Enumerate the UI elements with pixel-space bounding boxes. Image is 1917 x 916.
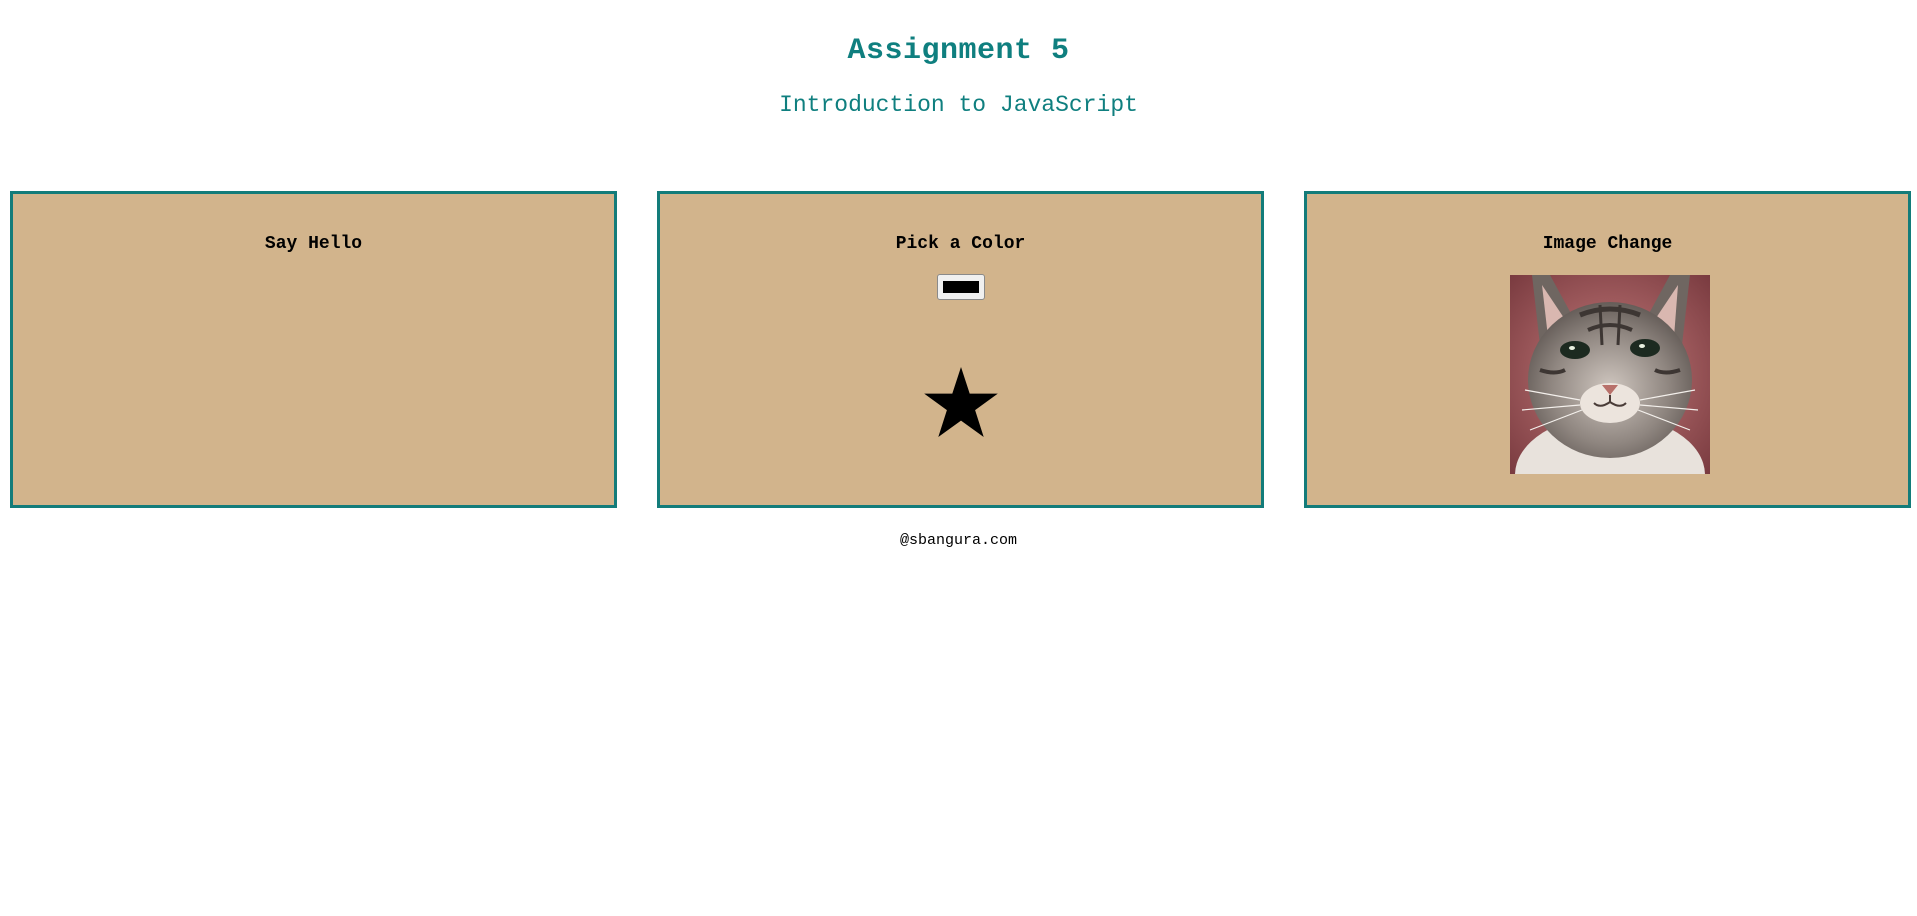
say-hello-panel: Say Hello (10, 191, 617, 508)
pick-color-panel: Pick a Color (657, 191, 1264, 508)
star-icon (924, 367, 998, 437)
pick-color-heading: Pick a Color (895, 234, 1026, 254)
footer-credit: @sbangura.com (899, 532, 1018, 549)
star-shape (924, 367, 998, 437)
cat-photo-image[interactable] (1510, 275, 1710, 474)
say-hello-heading: Say Hello (264, 234, 363, 254)
image-change-panel: Image Change (1304, 191, 1911, 508)
color-picker-input[interactable] (937, 274, 985, 300)
color-picker-swatch (943, 281, 979, 293)
image-change-heading: Image Change (1542, 234, 1673, 254)
page-subtitle: Introduction to JavaScript (779, 92, 1138, 118)
page-title: Assignment 5 (847, 34, 1070, 68)
cat-photo (1510, 275, 1710, 474)
